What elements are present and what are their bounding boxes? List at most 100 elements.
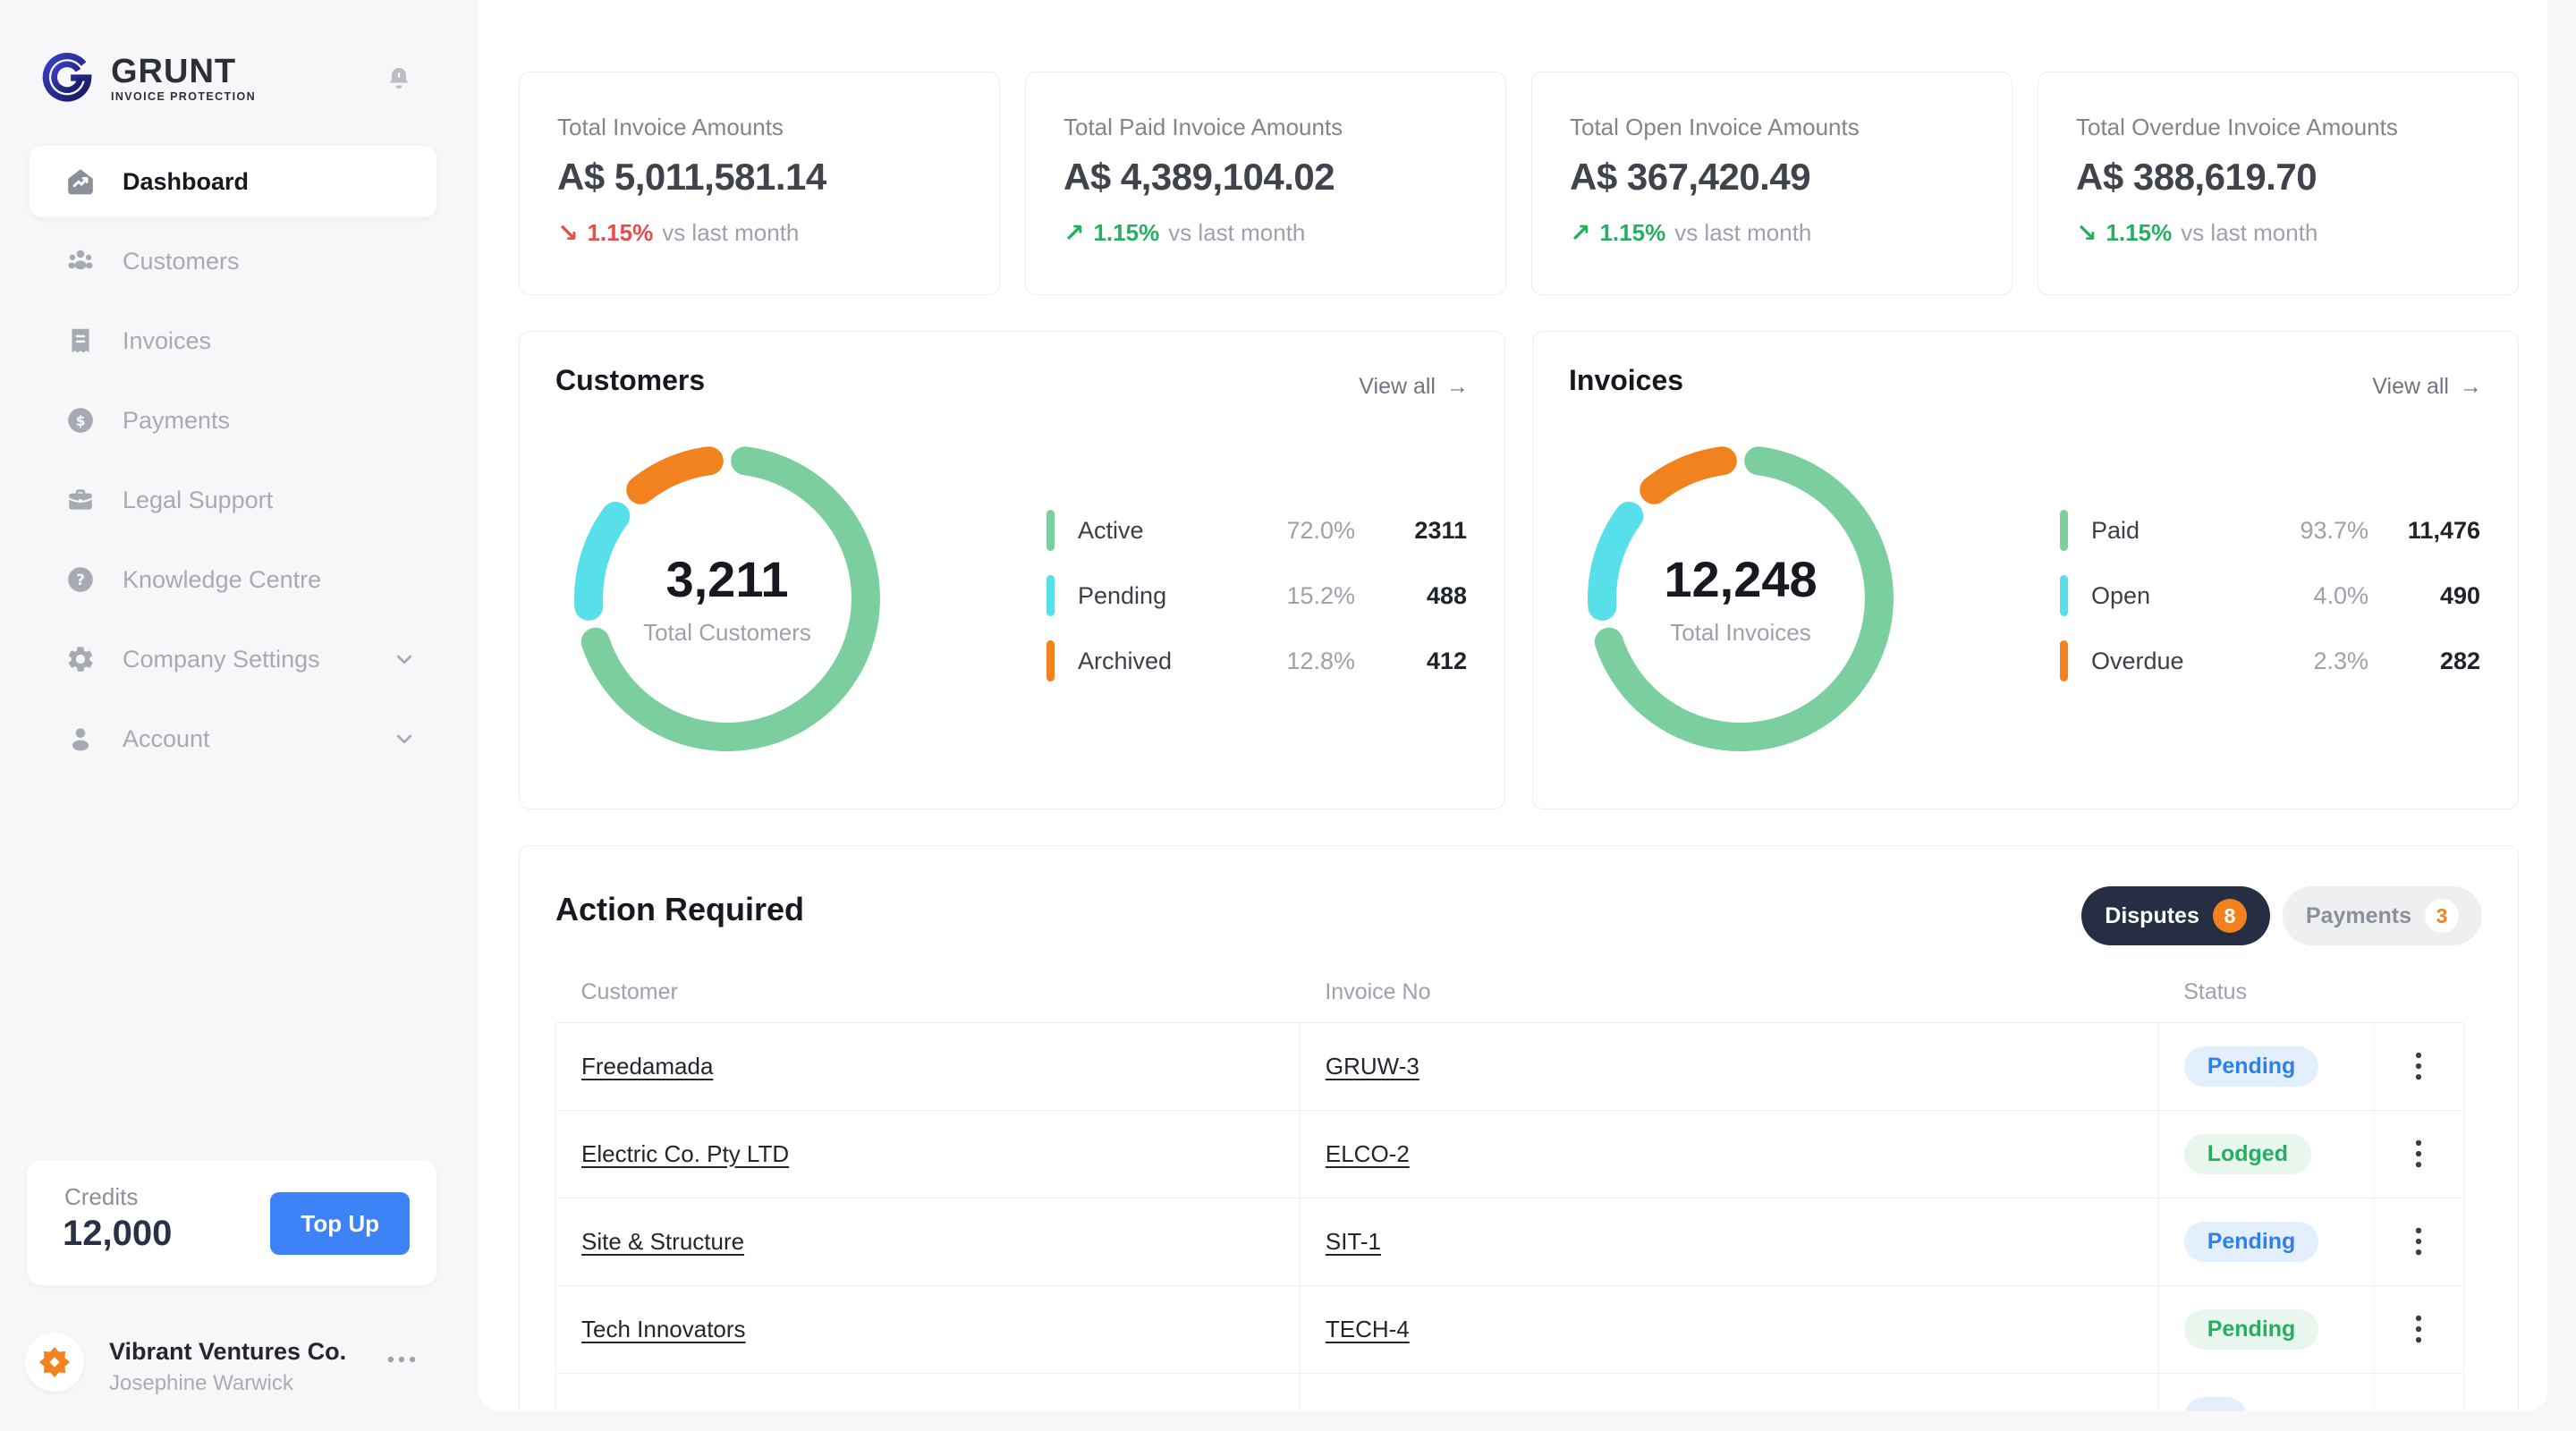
- action-required-title: Action Required: [555, 891, 804, 928]
- sidebar-item-payments[interactable]: $ Payments: [30, 385, 436, 456]
- table-row: [556, 1373, 2464, 1411]
- status-badge: Lodged: [2184, 1134, 2311, 1174]
- stat-title: Total Overdue Invoice Amounts: [2076, 114, 2518, 141]
- invoice-no-cell: TECH-4: [1300, 1285, 2158, 1373]
- customers-donut-chart: 3,211 Total Customers: [557, 428, 897, 768]
- profile-row[interactable]: Vibrant Ventures Co. Josephine Warwick: [0, 1324, 479, 1404]
- legend-row-pending: Pending15.2%488: [1046, 574, 1467, 617]
- status-cell: Pending: [2158, 1198, 2374, 1285]
- legend-value: 11,476: [2368, 517, 2480, 545]
- invoice-link[interactable]: TECH-4: [1326, 1316, 1410, 1342]
- sidebar-item-knowledge-centre[interactable]: ? Knowledge Centre: [30, 544, 436, 615]
- grunt-logo-icon: [38, 48, 97, 107]
- legend-color-bar: [2060, 575, 2068, 616]
- main-content: Total Invoice AmountsA$ 5,011,581.14↘1.1…: [479, 0, 2547, 1411]
- customer-link[interactable]: Tech Innovators: [581, 1316, 746, 1342]
- svg-text:?: ?: [76, 572, 85, 589]
- tab-label: Disputes: [2105, 903, 2199, 929]
- action-table: CustomerInvoice NoStatus FreedamadaGRUW-…: [555, 962, 2464, 1411]
- customer-cell: Tech Innovators: [556, 1285, 1301, 1373]
- legend-color-bar: [1046, 510, 1055, 551]
- top-up-button[interactable]: Top Up: [270, 1192, 410, 1255]
- customers-total-label: Total Customers: [643, 619, 811, 647]
- sidebar-item-label: Company Settings: [123, 646, 320, 673]
- trend-caption: vs last month: [662, 219, 799, 247]
- legend-percent: 2.3%: [2313, 648, 2368, 675]
- legend-label: Paid: [2091, 517, 2140, 545]
- table-row: Tech InnovatorsTECH-4Pending: [556, 1285, 2464, 1373]
- sidebar-item-dashboard[interactable]: Dashboard: [30, 146, 436, 217]
- stat-trend: ↘1.15%vs last month: [2076, 218, 2518, 248]
- knowledge-icon: ?: [65, 564, 96, 595]
- more-options-icon[interactable]: [386, 1352, 417, 1368]
- sidebar-item-label: Invoices: [123, 327, 211, 355]
- actions-cell: [2374, 1022, 2463, 1110]
- stat-trend: ↘1.15%vs last month: [557, 218, 999, 248]
- legend-color-bar: [2060, 510, 2068, 551]
- kebab-menu-icon[interactable]: [2414, 1226, 2423, 1257]
- brand-name: GRUNT: [111, 55, 256, 88]
- stat-cards-row: Total Invoice AmountsA$ 5,011,581.14↘1.1…: [519, 72, 2519, 295]
- invoices-view-all-link[interactable]: View all →: [2372, 374, 2482, 400]
- invoice-link[interactable]: GRUW-3: [1326, 1053, 1419, 1080]
- sidebar-item-label: Payments: [123, 407, 230, 435]
- account-icon: [65, 724, 96, 754]
- legend-label: Open: [2091, 582, 2150, 610]
- customer-cell: Freedamada: [556, 1022, 1301, 1110]
- customer-cell: [556, 1373, 1301, 1411]
- invoice-link[interactable]: SIT-1: [1326, 1228, 1381, 1255]
- sidebar-item-label: Customers: [123, 248, 240, 275]
- arrow-right-icon: →: [2460, 374, 2482, 400]
- sidebar-item-legal-support[interactable]: Legal Support: [30, 464, 436, 536]
- legend-value: 282: [2368, 648, 2480, 675]
- actions-cell: [2374, 1373, 2463, 1411]
- avatar: [25, 1333, 84, 1392]
- customer-link[interactable]: Electric Co. Pty LTD: [581, 1140, 789, 1167]
- invoices-panel: Invoices View all → 12,248 Total Invoice…: [1532, 331, 2519, 809]
- tab-payments[interactable]: Payments3: [2283, 886, 2482, 945]
- customer-link[interactable]: Freedamada: [581, 1053, 713, 1080]
- kebab-menu-icon[interactable]: [2414, 1051, 2423, 1081]
- stat-card-3: Total Overdue Invoice AmountsA$ 388,619.…: [2038, 72, 2519, 295]
- sidebar-item-label: Dashboard: [123, 168, 249, 196]
- credits-label: Credits: [64, 1183, 138, 1211]
- customers-panel-title: Customers: [555, 364, 705, 397]
- column-header-invoice-no: Invoice No: [1300, 962, 2158, 1022]
- tab-disputes[interactable]: Disputes8: [2081, 886, 2270, 945]
- customers-view-all-link[interactable]: View all →: [1359, 374, 1469, 400]
- view-all-label: View all: [2372, 374, 2449, 400]
- status-badge: [2184, 1397, 2247, 1412]
- invoice-no-cell: GRUW-3: [1300, 1022, 2158, 1110]
- sidebar-item-customers[interactable]: Customers: [30, 225, 436, 297]
- kebab-menu-icon[interactable]: [2414, 1139, 2423, 1169]
- payments-icon: $: [65, 405, 96, 436]
- legend-row-archived: Archived12.8%412: [1046, 639, 1467, 682]
- kebab-menu-icon[interactable]: [2414, 1314, 2423, 1344]
- sidebar-item-invoices[interactable]: Invoices: [30, 305, 436, 377]
- trend-up-icon: ↗: [1063, 218, 1084, 248]
- sidebar-item-label: Legal Support: [123, 487, 273, 514]
- notifications-bell-icon[interactable]: [385, 64, 413, 93]
- legend-value: 412: [1355, 648, 1467, 675]
- table-row: FreedamadaGRUW-3Pending: [556, 1022, 2464, 1110]
- legend-percent: 12.8%: [1286, 648, 1355, 675]
- stat-card-1: Total Paid Invoice AmountsA$ 4,389,104.0…: [1025, 72, 1506, 295]
- invoice-link[interactable]: ELCO-2: [1326, 1140, 1410, 1167]
- trend-caption: vs last month: [2181, 219, 2318, 247]
- stat-value: A$ 5,011,581.14: [557, 156, 999, 199]
- tab-count-badge: 3: [2425, 899, 2459, 933]
- status-cell: [2158, 1373, 2374, 1411]
- customer-link[interactable]: Site & Structure: [581, 1228, 744, 1255]
- stat-title: Total Paid Invoice Amounts: [1063, 114, 1505, 141]
- sidebar-item-company-settings[interactable]: Company Settings: [30, 623, 436, 695]
- invoice-no-cell: [1300, 1373, 2158, 1411]
- legend-row-active: Active72.0%2311: [1046, 509, 1467, 552]
- legend-value: 490: [2368, 582, 2480, 610]
- status-badge: Pending: [2184, 1222, 2319, 1262]
- svg-text:$: $: [75, 412, 85, 429]
- sidebar-item-account[interactable]: Account: [30, 703, 436, 775]
- invoice-no-cell: SIT-1: [1300, 1198, 2158, 1285]
- legend-percent: 72.0%: [1286, 517, 1355, 545]
- legend-color-bar: [1046, 640, 1055, 682]
- sidebar-item-label: Knowledge Centre: [123, 566, 321, 594]
